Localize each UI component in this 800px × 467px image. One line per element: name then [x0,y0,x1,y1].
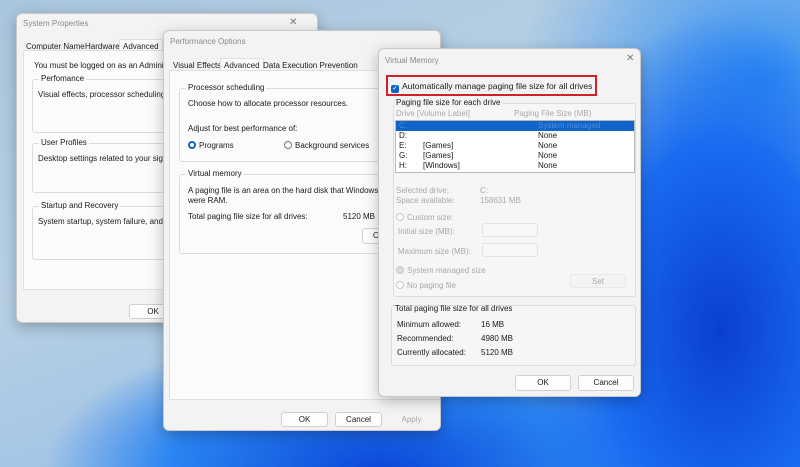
checkmark-icon: ✓ [391,85,399,93]
totals-group: Total paging file size for all drives Mi… [391,304,636,366]
drive-row[interactable]: D: None [396,131,634,141]
set-button[interactable]: Set [570,274,626,288]
drive-letter: D: [399,131,407,140]
drive-label: [Games] [423,141,454,150]
group-label: Startup and Recovery [39,201,121,210]
drive-row[interactable]: G: [Games] None [396,151,634,161]
total-label: Total paging file size for all drives: [188,212,308,221]
minimum-allowed-value: 16 MB [481,320,505,329]
radio-selected-icon [188,141,196,149]
drive-size: None [538,141,558,150]
recommended-label: Recommended: [397,334,454,343]
close-icon[interactable]: ✕ [289,17,297,28]
minimum-allowed-label: Minimum allowed: [397,320,462,329]
system-managed-radio[interactable]: System managed size [396,266,486,275]
programs-radio[interactable]: Programs [188,141,234,150]
apply-button[interactable]: Apply [389,412,434,427]
cancel-button[interactable]: Cancel [335,412,382,427]
selected-drive-value: C: [480,186,488,195]
cancel-button[interactable]: Cancel [578,375,634,391]
group-label: Perfomance [39,74,87,83]
drive-size: None [538,161,558,170]
drive-row[interactable]: E: [Games] None [396,141,634,151]
ok-button[interactable]: OK [281,412,328,427]
auto-manage-label: Automatically manage paging file size fo… [402,81,593,91]
radio-icon [396,281,404,289]
column-header-drive: Drive [Volume Label] [396,109,470,118]
virtual-memory-window: Virtual Memory ✕ ✓ Automatically manage p… [378,48,641,397]
currently-allocated-label: Currently allocated: [397,348,466,357]
drive-list[interactable]: C: System managed D: None E: [Games] None G: [Ga… [395,120,635,173]
group-text: Visual effects, processor scheduling, me [38,90,181,99]
paging-file-group: Paging file size for each drive Drive [V… [393,98,636,297]
window-title: Virtual Memory [385,56,439,65]
group-label: User Profiles [39,138,89,147]
drive-letter: G: [399,151,408,160]
group-text: were RAM. [188,196,228,205]
drive-label: [Games] [423,151,454,160]
group-label: Processor scheduling [186,83,267,92]
system-managed-label: System managed size [407,266,486,275]
initial-size-label: Initial size (MB): [398,227,455,236]
window-title: Performance Options [170,37,246,46]
ok-button[interactable]: OK [515,375,571,391]
drive-size: System managed [538,121,601,130]
group-text: Desktop settings related to your sign-in [38,154,177,163]
drive-row[interactable]: H: [Windows] None [396,161,634,171]
maximum-size-input[interactable] [482,243,538,257]
custom-size-radio[interactable]: Custom size: [396,213,453,222]
drive-letter: E: [399,141,407,150]
adjust-label: Adjust for best performance of: [188,124,298,133]
drive-size: None [538,131,558,140]
drive-letter: C: [399,121,407,130]
space-available-label: Space available: [396,196,455,205]
group-text: Choose how to allocate processor resourc… [188,99,349,108]
currently-allocated-value: 5120 MB [481,348,514,357]
no-paging-radio[interactable]: No paging file [396,281,456,290]
admin-note: You must be logged on as an Administrato [34,61,184,70]
group-text: A paging file is an area on the hard dis… [188,186,379,195]
close-icon[interactable]: ✕ [626,53,634,64]
recommended-value: 4980 MB [481,334,514,343]
group-label: Total paging file size for all drives [395,304,513,313]
total-value: 5120 MB [343,212,376,221]
drive-size: None [538,151,558,160]
no-paging-label: No paging file [407,281,456,290]
group-label: Virtual memory [186,169,244,178]
drive-letter: H: [399,161,407,170]
selected-drive-label: Selected drive: [396,186,449,195]
group-text: System startup, system failure, and debu [38,217,183,226]
radio-icon [396,266,404,274]
drive-label: [Windows] [423,161,460,170]
radio-icon [284,141,292,149]
window-title: System Properties [23,19,89,28]
programs-label: Programs [199,141,234,150]
group-label: Paging file size for each drive [394,98,503,107]
background-services-radio[interactable]: Background services [284,141,369,150]
initial-size-input[interactable] [482,223,538,237]
maximum-size-label: Maximum size (MB): [398,247,471,256]
space-available-value: 158631 MB [480,196,521,205]
auto-manage-checkbox[interactable]: ✓ Automatically manage paging file size f… [391,81,592,93]
custom-size-label: Custom size: [407,213,454,222]
column-header-size: Paging File Size (MB) [514,109,592,118]
radio-icon [396,213,404,221]
background-label: Background services [295,141,370,150]
drive-row[interactable]: C: System managed [396,121,634,131]
